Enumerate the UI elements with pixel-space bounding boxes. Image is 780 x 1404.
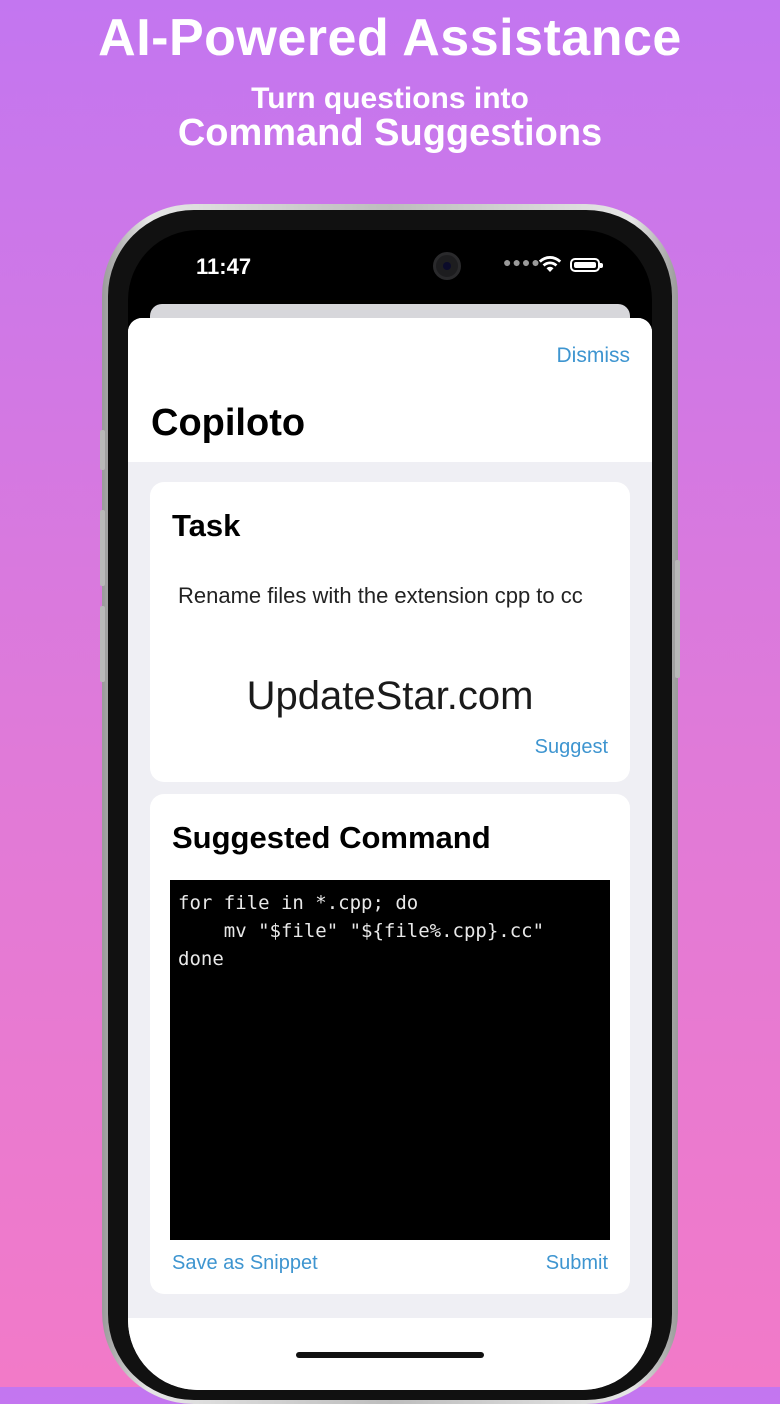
suggest-button[interactable]: Suggest [535,736,608,759]
home-indicator[interactable] [296,1352,484,1358]
suggested-command-title: Suggested Command [172,820,491,855]
sheet-header: Dismiss Copiloto [128,318,652,462]
save-as-snippet-button[interactable]: Save as Snippet [172,1252,318,1275]
command-line: mv "$file" "${file%.cpp}.cc" [178,920,545,942]
task-text-field[interactable]: Rename files with the extension cpp to c… [178,580,598,612]
task-card-title: Task [172,508,241,543]
watermark-text: UpdateStar.com [246,674,534,718]
sheet-title: Copiloto [151,402,306,444]
front-camera-icon [433,252,461,280]
phone-side-button [100,430,105,470]
phone-volume-up [100,510,105,586]
phone-power-button [675,560,680,678]
phone-screen: 11:47 ●●●● Dismiss Copiloto Task Rename … [128,230,652,1390]
wifi-icon [538,255,562,278]
battery-icon [570,258,603,272]
copiloto-sheet: Dismiss Copiloto Task Rename files with … [128,318,652,1390]
promo-subheadline-line2: Command Suggestions [177,112,603,154]
submit-button[interactable]: Submit [546,1252,608,1275]
signal-dots-icon: ●●●● [503,254,541,270]
dismiss-button[interactable]: Dismiss [557,344,631,368]
suggested-command-card: Suggested Command for file in *.cpp; do … [150,794,630,1294]
status-time: 11:47 [196,254,252,279]
phone-volume-down [100,606,105,682]
task-card: Task Rename files with the extension cpp… [150,482,630,782]
promo-subheadline-line1: Turn questions into [251,82,529,115]
command-line: done [178,948,224,970]
command-line: for file in *.cpp; do [178,892,419,914]
promo-headline: AI-Powered Assistance [98,9,682,67]
command-output[interactable]: for file in *.cpp; do mv "$file" "${file… [170,880,610,1240]
